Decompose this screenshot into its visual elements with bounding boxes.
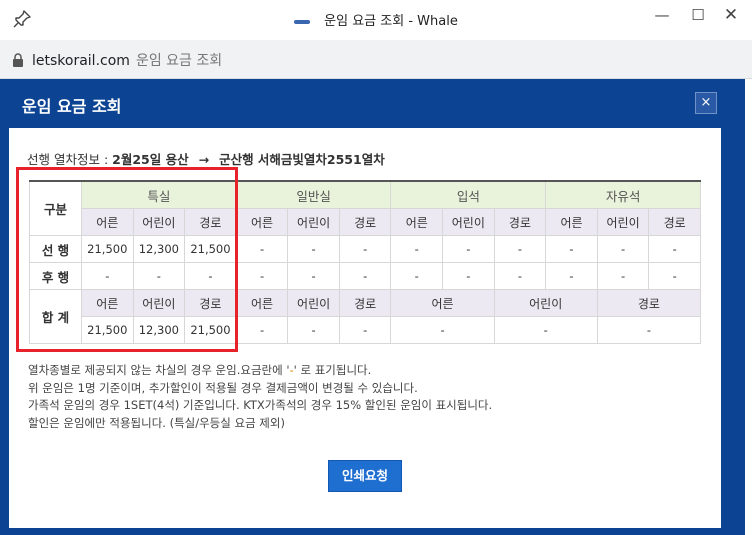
total-header: 어른 <box>235 289 289 317</box>
fare-cell: - <box>442 262 495 290</box>
total-cell: - <box>596 316 702 344</box>
passenger-header: 어린이 <box>287 208 340 236</box>
fare-notes: 열차종별로 제공되지 않는 차실의 경우 운임.요금란에 '-' 로 표기됩니다… <box>28 362 492 432</box>
total-header: 어린이 <box>493 289 598 317</box>
train-info-label: 선행 열차정보 : <box>27 152 109 167</box>
address-bar[interactable]: letskorail.com 운임 요금 조회 <box>0 40 752 79</box>
note-line: 열차종별로 제공되지 않는 차실의 경우 운임.요금란에 '-' 로 표기됩니다… <box>28 362 492 380</box>
class-header-free-seat: 자유석 <box>545 180 701 209</box>
passenger-header: 어린이 <box>596 208 650 236</box>
note-text: 열차종별로 제공되지 않는 차실의 경우 운임.요금란에 ' <box>28 363 290 377</box>
minimize-button[interactable]: — <box>650 6 674 24</box>
popup-close-button[interactable]: × <box>695 92 717 114</box>
window-titlebar: 운임 요금 조회 - Whale — ☐ ✕ <box>0 0 752 40</box>
total-cell: - <box>235 316 289 344</box>
passenger-header: 어른 <box>390 208 444 236</box>
fare-cell: - <box>596 262 650 290</box>
korail-logo-icon <box>294 19 311 24</box>
fare-cell: - <box>390 235 444 263</box>
highlight-box <box>16 167 238 352</box>
total-header: 경로 <box>596 289 702 317</box>
popup-title: 운임 요금 조회 <box>22 97 122 116</box>
total-header: 어른 <box>390 289 495 317</box>
fare-cell: - <box>235 235 289 263</box>
class-header-standing: 입석 <box>390 180 547 209</box>
passenger-header: 어린이 <box>442 208 495 236</box>
fare-cell: - <box>493 262 547 290</box>
fare-cell: - <box>287 235 340 263</box>
fare-cell: - <box>493 235 547 263</box>
train-date-route: 2월25일 용산 <box>112 152 189 167</box>
fare-cell: - <box>235 262 289 290</box>
total-header: 경로 <box>338 289 392 317</box>
fare-cell: - <box>596 235 650 263</box>
passenger-header: 경로 <box>493 208 547 236</box>
passenger-header: 경로 <box>338 208 392 236</box>
total-cell: - <box>493 316 598 344</box>
total-header: 어린이 <box>287 289 340 317</box>
passenger-header: 경로 <box>648 208 701 236</box>
total-cell: - <box>390 316 495 344</box>
note-text: ' 로 표기됩니다. <box>293 363 372 377</box>
print-request-button[interactable]: 인쇄요청 <box>328 460 402 492</box>
train-destination: 군산행 서해금빛열차2551열차 <box>219 152 385 167</box>
note-line: 가족석 운임의 경우 1SET(4석) 기준입니다. KTX가족석의 경우 15… <box>28 398 493 412</box>
note-line: 위 운임은 1명 기준이며, 추가할인이 적용될 경우 결제금액이 변경될 수 … <box>28 380 418 395</box>
fare-cell: - <box>287 262 340 290</box>
fare-cell: - <box>442 235 495 263</box>
fare-cell: - <box>648 235 701 263</box>
window-title: 운임 요금 조회 - Whale <box>324 14 458 29</box>
route-arrow: → <box>198 152 210 167</box>
fare-cell: - <box>338 235 392 263</box>
fare-cell: - <box>390 262 444 290</box>
url-page-title: 운임 요금 조회 <box>135 53 223 69</box>
note-line: 할인은 운임에만 적용됩니다. (특실/우등실 요금 제외) <box>28 415 285 430</box>
maximize-button[interactable]: ☐ <box>686 6 710 24</box>
url-domain: letskorail.com <box>32 53 130 69</box>
url-text[interactable]: letskorail.com 운임 요금 조회 <box>32 50 222 70</box>
fare-cell: - <box>648 262 701 290</box>
class-header-standard: 일반실 <box>235 180 392 209</box>
fare-cell: - <box>545 262 598 290</box>
window-title-wrap: 운임 요금 조회 - Whale <box>0 10 752 29</box>
total-cell: - <box>287 316 340 344</box>
passenger-header: 어른 <box>545 208 598 236</box>
passenger-header: 어른 <box>235 208 289 236</box>
total-cell: - <box>338 316 392 344</box>
lock-icon <box>13 53 23 67</box>
window-close-button[interactable]: ✕ <box>719 6 743 24</box>
fare-cell: - <box>545 235 598 263</box>
train-info: 선행 열차정보 : 2월25일 용산 → 군산행 서해금빛열차2551열차 <box>27 149 385 168</box>
fare-cell: - <box>338 262 392 290</box>
